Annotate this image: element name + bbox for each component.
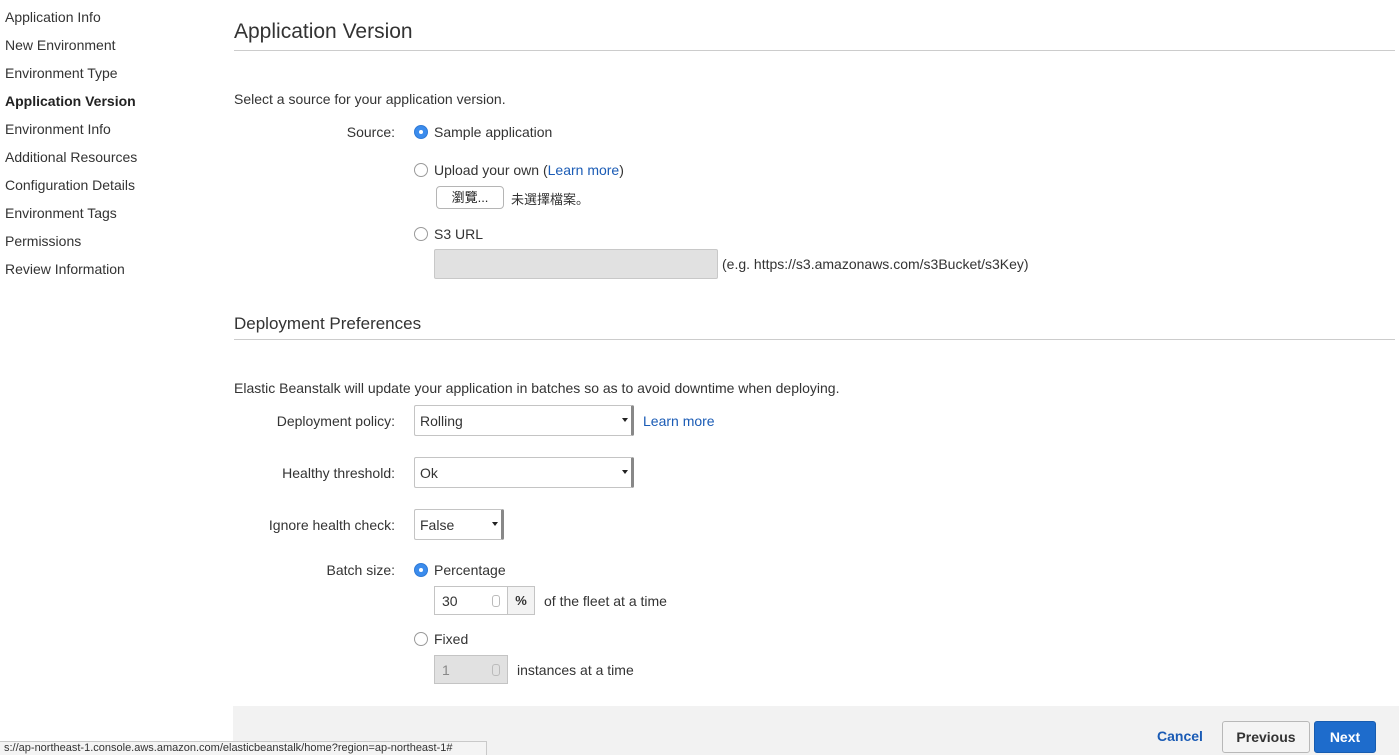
s3-url-hint: (e.g. https://s3.amazonaws.com/s3Bucket/… [722,256,1029,272]
s3-url-label[interactable]: S3 URL [434,226,483,242]
cancel-button[interactable]: Cancel [1157,728,1203,744]
browse-file-button[interactable]: 瀏覽... [436,186,504,209]
fixed-radio[interactable] [414,632,428,646]
percentage-label[interactable]: Percentage [434,562,506,578]
fixed-instances-value: 1 [442,662,450,678]
sidebar-item-additional-resources[interactable]: Additional Resources [5,149,137,165]
ignore-health-check-value: False [420,517,455,533]
healthy-threshold-select[interactable]: Ok [414,457,634,488]
next-button[interactable]: Next [1314,721,1376,753]
title-divider [234,50,1395,51]
previous-button[interactable]: Previous [1222,721,1310,753]
source-label: Source: [346,124,395,140]
fixed-instances-input[interactable]: 1 [434,655,508,684]
upload-label-suffix: ) [619,162,624,178]
ignore-health-check-label: Ignore health check: [268,517,395,533]
chevron-down-icon [622,470,628,474]
percent-unit-addon: % [507,586,535,615]
chevron-down-icon [492,522,498,526]
upload-learn-more-link[interactable]: Learn more [548,162,620,178]
sidebar-item-new-environment[interactable]: New Environment [5,37,116,53]
ignore-health-check-select[interactable]: False [414,509,504,540]
batch-size-label: Batch size: [326,562,395,578]
deployment-preferences-heading: Deployment Preferences [234,314,422,333]
deployment-policy-select[interactable]: Rolling [414,405,634,436]
sample-application-radio[interactable] [414,125,428,139]
s3-url-input[interactable] [434,249,718,279]
sample-application-label[interactable]: Sample application [434,124,552,140]
sidebar-item-environment-info[interactable]: Environment Info [5,121,111,137]
deployment-policy-learn-more-link[interactable]: Learn more [643,413,715,429]
deployment-policy-label: Deployment policy: [276,413,395,429]
percentage-radio[interactable] [414,563,428,577]
sidebar-item-configuration-details[interactable]: Configuration Details [5,177,135,193]
sidebar-item-review-information[interactable]: Review Information [5,261,125,277]
percentage-suffix-text: of the fleet at a time [544,593,667,609]
deployment-divider [234,339,1395,340]
chevron-down-icon [622,418,628,422]
healthy-threshold-label: Healthy threshold: [282,465,395,481]
page-title: Application Version [234,20,413,43]
percentage-input[interactable]: 30 [434,586,508,615]
upload-label-prefix: Upload your own ( [434,162,548,178]
upload-your-own-radio[interactable] [414,163,428,177]
source-intro-text: Select a source for your application ver… [234,91,506,107]
sidebar-item-application-info[interactable]: Application Info [5,9,101,25]
fixed-label[interactable]: Fixed [434,631,468,647]
deployment-intro-text: Elastic Beanstalk will update your appli… [234,380,840,396]
sidebar-item-permissions[interactable]: Permissions [5,233,81,249]
fixed-suffix-text: instances at a time [517,662,634,678]
s3-url-radio[interactable] [414,227,428,241]
sidebar-item-environment-type[interactable]: Environment Type [5,65,118,81]
stepper-icon[interactable] [492,595,500,607]
sidebar-item-application-version[interactable]: Application Version [5,93,136,109]
percentage-value: 30 [442,593,458,609]
stepper-icon[interactable] [492,664,500,676]
sidebar-item-environment-tags[interactable]: Environment Tags [5,205,117,221]
browser-status-url: s://ap-northeast-1.console.aws.amazon.co… [0,741,487,755]
upload-your-own-label[interactable]: Upload your own (Learn more) [434,162,624,178]
no-file-selected-text: 未選擇檔案。 [511,192,590,207]
healthy-threshold-value: Ok [420,465,438,481]
deployment-policy-value: Rolling [420,413,463,429]
